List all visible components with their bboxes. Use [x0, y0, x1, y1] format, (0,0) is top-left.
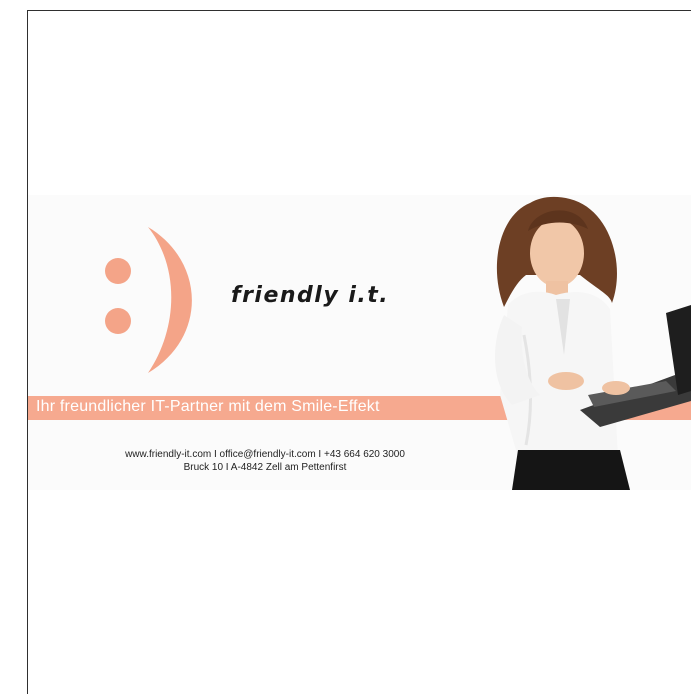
smiley-eye-upper — [105, 258, 131, 284]
smiley-eye-lower — [105, 308, 131, 334]
slogan-text: Ihr freundlicher IT-Partner mit dem Smil… — [36, 398, 380, 415]
contact-line-address: Bruck 10 I A-4842 Zell am Pettenfirst — [183, 462, 347, 473]
advertisement-banner: friendly i.t. Ihr freundlicher IT-Partne… — [28, 195, 691, 490]
smiley-face-icon — [105, 227, 192, 373]
brand-logo-text: friendly i.t. — [231, 283, 390, 308]
woman-with-laptop-image — [494, 196, 691, 490]
smiley-mouth — [148, 227, 192, 373]
contact-line-web-email-phone: www.friendly-it.com I office@friendly-it… — [125, 449, 405, 460]
contact-info: www.friendly-it.com I office@friendly-it… — [86, 448, 444, 474]
